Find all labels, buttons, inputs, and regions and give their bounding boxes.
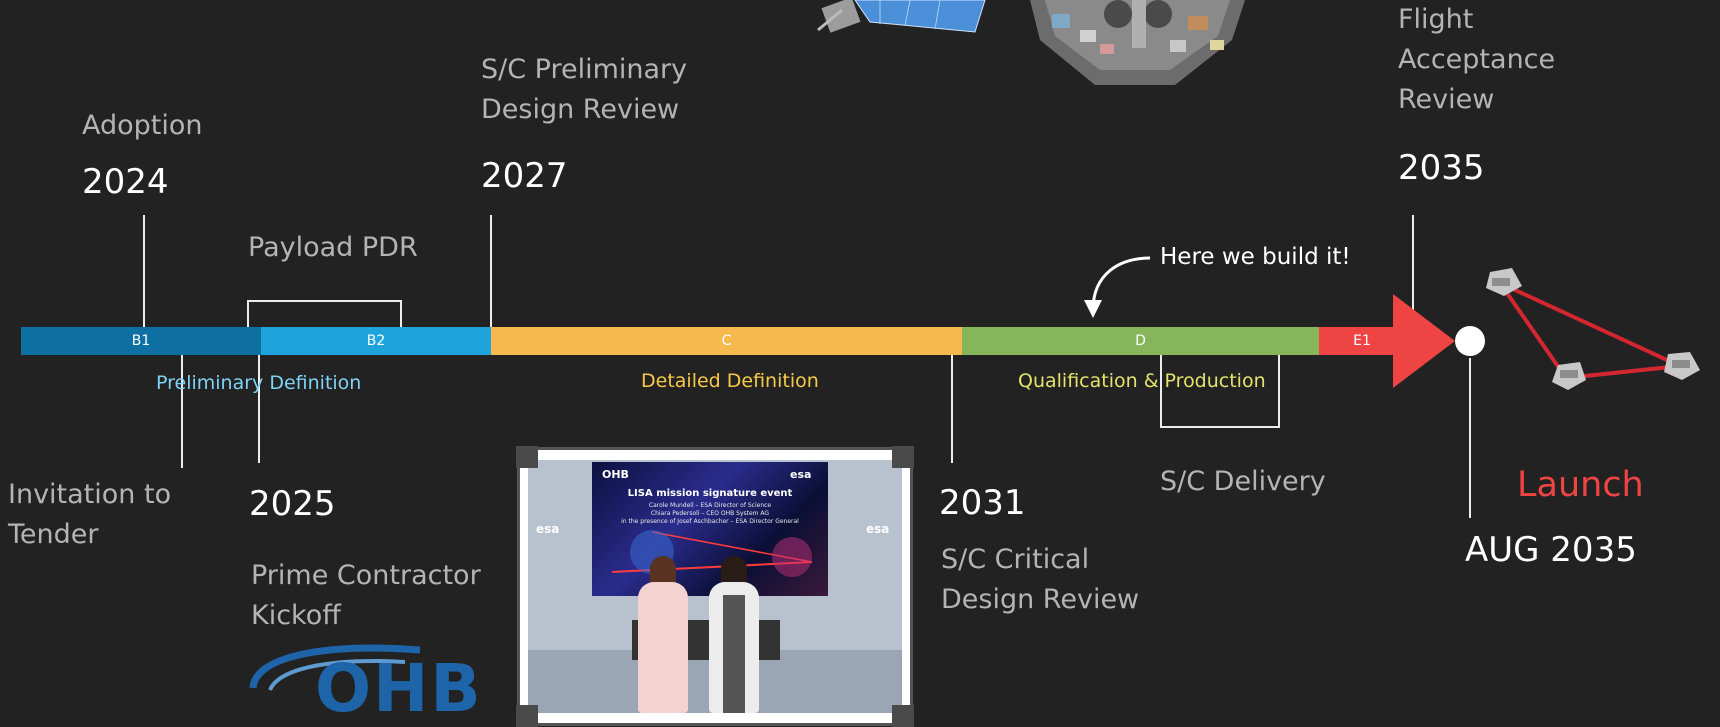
photo-corner-tl [516,446,538,468]
screen-title: LISA mission signature event [627,488,793,499]
wall-brand-right: esa [866,522,890,536]
screen-brand: esa [790,468,812,481]
photo-corner-tr [892,446,914,468]
photo-corner-br [892,705,914,727]
ohb-logo-text: OHB [315,650,483,727]
person-left [638,582,688,713]
signature-photo: esa esa OHB esa LISA mission signature e… [516,446,914,727]
screen-line1: Carole Mundell – ESA Director of Science [648,502,772,509]
screen-logo: OHB [602,468,629,481]
screen-line3: in the presence of Josef Aschbacher – ES… [621,518,799,525]
event-screen: OHB esa LISA mission signature event Car… [592,462,828,596]
screen-lasers [611,530,813,577]
wall-brand-left: esa [536,522,560,536]
photo-scene: esa esa OHB esa LISA mission signature e… [528,460,902,713]
photo-corner-bl [516,705,538,727]
screen-line2: Chiara Pedersoli – CEO OHB System AG [650,510,770,517]
person-right-dress [723,595,745,713]
